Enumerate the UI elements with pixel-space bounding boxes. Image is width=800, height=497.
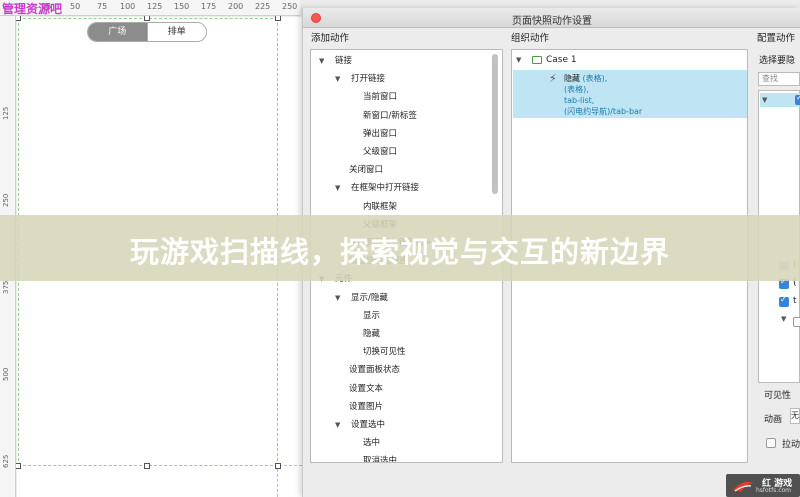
visibility-label: 可见性	[764, 391, 792, 401]
animation-label: 动画	[764, 415, 783, 425]
add-actions-heading: 添加动作	[311, 33, 350, 44]
action-tree-label: 父级窗口	[363, 147, 398, 157]
watermark-url: hsfotfs.com	[756, 487, 792, 494]
expand-arrow-icon[interactable]: ▼	[335, 289, 351, 307]
action-tree-item[interactable]: 弹出窗口	[363, 125, 397, 143]
action-tree-item[interactable]: ▼ 设置选中	[335, 416, 385, 434]
action-tree-label: 设置图片	[349, 401, 384, 412]
title-banner: 玩游戏扫描线，探索视觉与交互的新边界	[0, 215, 800, 281]
widget-checkbox[interactable]	[793, 317, 800, 327]
ruler-top: 25 50 75 100 125 150 175 200 225 250 管理资…	[0, 0, 300, 16]
action-tree-item[interactable]: 设置图片	[335, 398, 383, 416]
action-tree-label: 设置文本	[349, 383, 384, 394]
select-widgets-label: 选择要隐	[759, 56, 796, 66]
action-tree-label: 显示	[363, 310, 381, 321]
tab-paidan[interactable]: 排单	[146, 23, 206, 41]
action-tree-label: 在框架中打开链接	[351, 183, 420, 194]
pull-checkbox[interactable]	[766, 438, 776, 448]
action-tree-label: 打开链接	[351, 74, 386, 85]
action-tree-label: 关闭窗口	[349, 165, 384, 176]
action-tree-item[interactable]: ▼ 在框架中打开链接	[335, 179, 419, 197]
lightning-icon: ⚡	[549, 72, 557, 85]
collapse-arrow-icon[interactable]: ▼	[516, 52, 526, 68]
ruler-tick: 125	[2, 106, 10, 120]
action-line: 隐藏 (表格),	[564, 74, 608, 83]
action-tree-item[interactable]: 取消选中	[363, 452, 398, 463]
action-tree-label: 选中	[363, 438, 381, 449]
site-brand-logo: 管理资源吧	[2, 2, 63, 16]
expand-arrow-icon[interactable]: ▼	[335, 70, 351, 88]
action-tree-item[interactable]: 设置面板状态	[335, 361, 400, 379]
action-tree-label: 显示/隐藏	[351, 292, 388, 303]
action-tree-item[interactable]: 设置文本	[335, 380, 383, 398]
case-icon	[532, 55, 542, 64]
action-tree-item[interactable]: 隐藏	[363, 325, 380, 343]
action-line: tab-list,	[564, 96, 595, 105]
widget-search-input[interactable]: 查找	[758, 72, 800, 86]
widget-name: t	[793, 296, 797, 306]
screen: 广场 排单 25 50 75 100 125 150 175 200 225 2…	[0, 0, 800, 497]
resize-handle-bottom-right[interactable]	[275, 463, 281, 469]
scrollbar[interactable]	[492, 54, 498, 194]
segmented-tabs: 广场 排单	[87, 22, 207, 42]
collapse-arrow-icon[interactable]: ▼	[762, 96, 772, 104]
ruler-tick: 250	[282, 2, 298, 11]
case-label: Case 1	[546, 55, 577, 65]
action-tree-label: 设置选中	[351, 420, 386, 430]
case-row[interactable]: ▼ Case 1	[516, 52, 577, 68]
ruler-tick: 375	[2, 280, 10, 294]
ruler-tick: 150	[174, 2, 190, 11]
action-tree-label: 设置面板状态	[349, 365, 401, 376]
ruler-tick: 200	[228, 2, 244, 11]
action-tree-label: 新窗口/新标签	[363, 110, 417, 121]
collapse-arrow-icon[interactable]: ▼	[781, 315, 791, 323]
ruler-tick: 125	[147, 2, 163, 11]
banner-title: 玩游戏扫描线，探索视觉与交互的新边界	[129, 235, 670, 269]
ruler-tick: 100	[120, 2, 136, 11]
action-tree-item[interactable]: 关闭窗口	[335, 161, 383, 179]
expand-arrow-icon[interactable]: ▼	[335, 416, 351, 434]
animation-select[interactable]: 无	[790, 408, 800, 424]
ruler-tick: 500	[2, 367, 10, 381]
ruler-tick: 625	[2, 454, 10, 468]
pull-label: 拉动	[782, 440, 800, 450]
action-tree-item[interactable]: ▼ 打开链接	[335, 70, 385, 88]
action-line: (表格),	[564, 85, 589, 94]
action-tree-item[interactable]: 内联框架	[363, 198, 397, 216]
action-tree-item[interactable]: 切换可见性	[363, 343, 406, 361]
expand-arrow-icon[interactable]: ▼	[335, 179, 351, 197]
selected-action-hide[interactable]: ⚡ 隐藏 (表格), (表格), tab-list, (闪电约导航)/tab-b…	[513, 70, 747, 118]
action-line: (闪电约导航)/tab-bar	[564, 107, 643, 116]
organize-actions-heading: 组织动作	[511, 33, 550, 44]
action-tree-item[interactable]: ▼ 链接	[319, 52, 352, 70]
action-tree-item[interactable]: 显示	[363, 307, 380, 325]
ruler-tick: 50	[70, 2, 81, 11]
tab-guangchang[interactable]: 广场	[88, 23, 147, 41]
action-tree-label: 链接	[335, 56, 353, 66]
action-tree-item[interactable]: 父级窗口	[363, 143, 397, 161]
action-tree-item[interactable]: 当前窗口	[363, 88, 397, 106]
action-tree-label: 隐藏	[363, 329, 381, 339]
action-tree-item[interactable]: 新窗口/新标签	[363, 107, 417, 125]
widget-checkbox[interactable]	[795, 93, 800, 105]
action-tree-label: 切换可见性	[363, 347, 406, 358]
action-tree-label: 内联框架	[363, 201, 398, 212]
widget-checkbox[interactable]	[779, 295, 789, 307]
ruler-tick: 225	[255, 2, 271, 11]
action-tree-item[interactable]: ▼ 显示/隐藏	[335, 289, 388, 307]
action-tree-item[interactable]: 选中	[363, 434, 380, 452]
dialog-title: 页面快照动作设置	[512, 16, 592, 27]
dialog-titlebar: 页面快照动作设置	[303, 8, 800, 28]
configure-actions-heading: 配置动作	[757, 33, 796, 44]
ruler-tick: 175	[201, 2, 217, 11]
action-tree-label: 当前窗口	[363, 92, 398, 103]
watermark-logo-icon	[733, 481, 753, 492]
resize-handle-bottom[interactable]	[144, 463, 150, 469]
expand-arrow-icon[interactable]: ▼	[319, 52, 335, 70]
action-tree-label: 弹出窗口	[363, 128, 398, 139]
ruler-tick: 250	[2, 193, 10, 207]
action-tree-label: 取消选中	[363, 456, 398, 463]
ruler-tick: 75	[97, 2, 108, 11]
